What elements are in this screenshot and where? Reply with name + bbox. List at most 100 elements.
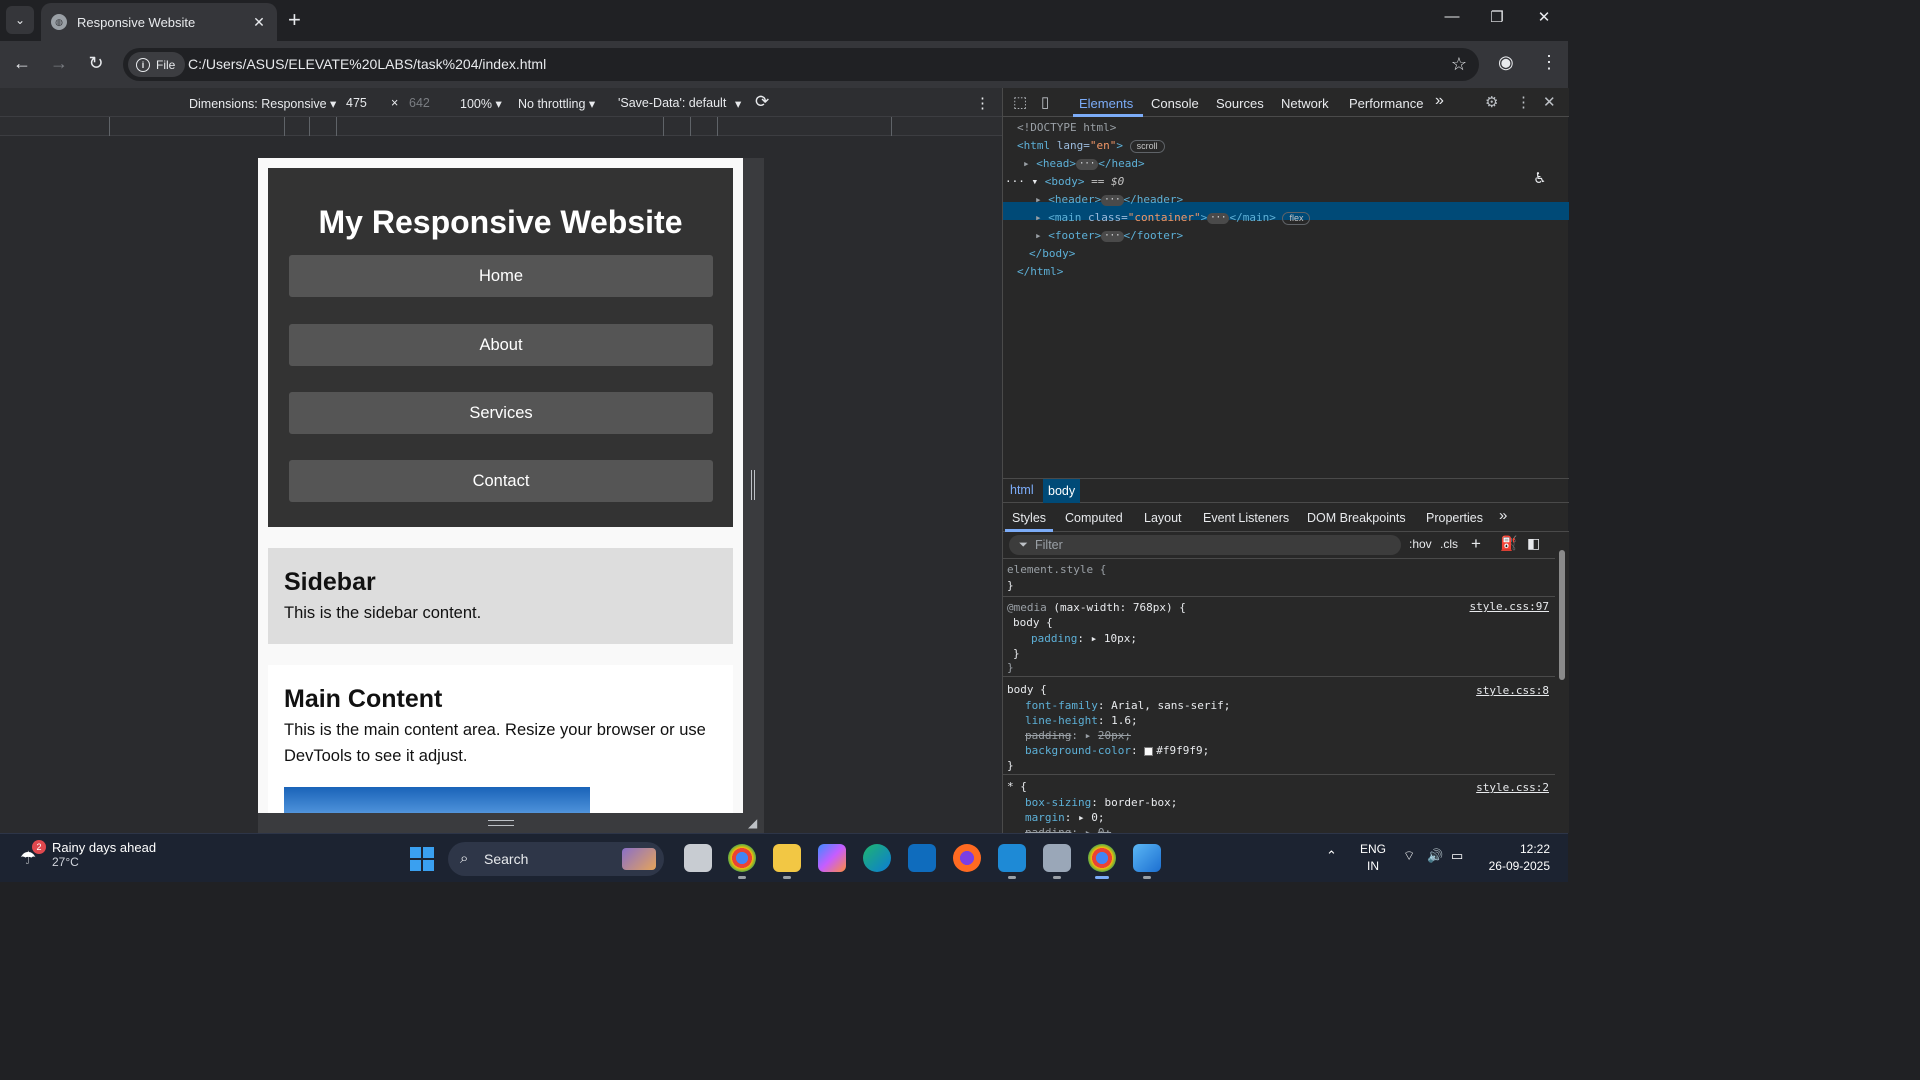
body-selector[interactable]: body { bbox=[1007, 682, 1047, 697]
inspect-element-icon[interactable]: ⬚ bbox=[1013, 93, 1027, 111]
save-data-select[interactable]: 'Save-Data': default bbox=[618, 96, 726, 110]
accessibility-tree-icon[interactable]: ♿ bbox=[1535, 168, 1545, 188]
language-indicator[interactable]: ENG IN bbox=[1358, 841, 1388, 875]
hov-toggle[interactable]: :hov bbox=[1409, 537, 1432, 551]
site-info-chip[interactable]: i File bbox=[128, 52, 186, 77]
copilot-icon[interactable] bbox=[818, 844, 846, 872]
settings-gear-icon[interactable]: ⚙ bbox=[1485, 93, 1498, 111]
font-family-declaration[interactable]: font-family: Arial, sans-serif; bbox=[1025, 698, 1230, 713]
universal-selector[interactable]: * { bbox=[1007, 779, 1027, 794]
media-body-selector[interactable]: body { bbox=[1013, 615, 1053, 630]
tab-layout[interactable]: Layout bbox=[1144, 511, 1182, 525]
more-tabs-icon[interactable]: » bbox=[1435, 92, 1444, 110]
tab-elements[interactable]: Elements bbox=[1079, 96, 1133, 111]
volume-icon[interactable]: 🔊 bbox=[1427, 848, 1443, 864]
tab-performance[interactable]: Performance bbox=[1349, 96, 1423, 111]
photos-icon[interactable] bbox=[1133, 844, 1161, 879]
media-query-ruler[interactable] bbox=[0, 117, 1002, 136]
battery-icon[interactable]: ▭ bbox=[1451, 848, 1463, 864]
dom-body-close[interactable]: </body> bbox=[1029, 245, 1075, 263]
file-explorer-icon[interactable] bbox=[773, 844, 801, 879]
resize-corner-icon[interactable]: ◢ bbox=[748, 816, 757, 830]
nav-link-about[interactable]: About bbox=[289, 324, 713, 366]
dom-html-close[interactable]: </html> bbox=[1017, 263, 1063, 281]
throttling-select[interactable]: No throttling ▾ bbox=[518, 96, 595, 111]
dom-doctype[interactable]: <!DOCTYPE html> bbox=[1017, 119, 1116, 137]
breadcrumb-html[interactable]: html bbox=[1005, 483, 1039, 497]
taskbar-search[interactable]: ⌕ Search bbox=[448, 842, 664, 876]
tab-sources[interactable]: Sources bbox=[1216, 96, 1264, 111]
new-rule-icon[interactable]: + bbox=[1471, 534, 1481, 554]
tab-computed[interactable]: Computed bbox=[1065, 511, 1123, 525]
resize-handle-vertical[interactable] bbox=[751, 470, 755, 500]
tab-dom-breakpoints[interactable]: DOM Breakpoints bbox=[1307, 511, 1406, 525]
device-toggle-icon[interactable]: ▯ bbox=[1041, 93, 1049, 111]
sidebar-toggle-icon[interactable]: ◧ bbox=[1527, 535, 1540, 552]
close-icon[interactable]: ✕ bbox=[251, 14, 267, 31]
tab-styles[interactable]: Styles bbox=[1012, 511, 1046, 525]
tab-event-listeners[interactable]: Event Listeners bbox=[1203, 511, 1289, 525]
margin-declaration[interactable]: margin: ▸ 0; bbox=[1025, 810, 1105, 825]
weather-widget[interactable]: ☂ 2 Rainy days ahead 27°C bbox=[20, 840, 156, 869]
back-icon[interactable]: ← bbox=[10, 53, 34, 74]
universal-source-link[interactable]: style.css:2 bbox=[1476, 781, 1549, 794]
scroll-badge[interactable]: scroll bbox=[1129, 139, 1165, 153]
zoom-select[interactable]: 100% ▾ bbox=[460, 96, 502, 111]
reload-icon[interactable]: ↻ bbox=[84, 53, 108, 74]
cls-toggle[interactable]: .cls bbox=[1440, 537, 1458, 551]
padding-declaration-overridden[interactable]: padding: ▸ 20px; bbox=[1025, 728, 1131, 743]
dom-html[interactable]: <html lang="en"> scroll bbox=[1017, 137, 1165, 155]
address-bar[interactable]: i File C:/Users/ASUS/ELEVATE%20LABS/task… bbox=[123, 48, 1479, 81]
rotate-icon[interactable]: ⟳ bbox=[755, 92, 769, 112]
devtools-more-icon[interactable]: ⋮ bbox=[1516, 93, 1531, 111]
flex-badge[interactable]: flex bbox=[1282, 211, 1311, 225]
dimensions-select[interactable]: Dimensions: Responsive ▾ bbox=[189, 96, 336, 111]
app-window-icon[interactable] bbox=[1043, 844, 1071, 879]
paint-brush-icon[interactable]: ⛽ bbox=[1500, 535, 1517, 552]
bookmark-star-icon[interactable]: ☆ bbox=[1451, 54, 1467, 75]
styles-scrollbar[interactable] bbox=[1555, 532, 1569, 833]
line-height-declaration[interactable]: line-height: 1.6; bbox=[1025, 713, 1138, 728]
edge-icon[interactable] bbox=[863, 844, 891, 872]
dom-header[interactable]: ▸ <header> ··· </header> bbox=[1035, 191, 1183, 209]
tab-search-icon[interactable]: ⌄ bbox=[6, 6, 34, 34]
chrome-active-icon[interactable] bbox=[1088, 844, 1116, 879]
tab-network[interactable]: Network bbox=[1281, 96, 1329, 111]
nav-link-contact[interactable]: Contact bbox=[289, 460, 713, 502]
windows-start-icon[interactable] bbox=[410, 847, 434, 871]
scrollbar-thumb[interactable] bbox=[1559, 550, 1565, 680]
nav-link-home[interactable]: Home bbox=[289, 255, 713, 297]
more-style-tabs-icon[interactable]: » bbox=[1499, 507, 1507, 524]
browser-tab[interactable]: ◍ Responsive Website ✕ bbox=[41, 3, 277, 41]
url-text[interactable]: C:/Users/ASUS/ELEVATE%20LABS/task%204/in… bbox=[188, 56, 546, 72]
element-style-rule[interactable]: element.style { bbox=[1007, 562, 1106, 577]
padding-zero-declaration[interactable]: padding: ▸ 0; bbox=[1025, 825, 1111, 833]
save-data-caret-icon[interactable]: ▾ bbox=[735, 96, 741, 111]
minimize-icon[interactable]: — bbox=[1429, 8, 1475, 25]
restore-icon[interactable]: ❐ bbox=[1474, 8, 1520, 26]
dom-head[interactable]: ▸ <head> ··· </head> bbox=[1023, 155, 1145, 173]
media-source-link[interactable]: style.css:97 bbox=[1470, 600, 1549, 613]
nav-link-services[interactable]: Services bbox=[289, 392, 713, 434]
device-more-icon[interactable]: ⋮ bbox=[975, 94, 990, 112]
vscode-icon[interactable] bbox=[998, 844, 1026, 879]
tab-console[interactable]: Console bbox=[1151, 96, 1199, 111]
body-source-link[interactable]: style.css:8 bbox=[1476, 684, 1549, 697]
task-view-icon[interactable] bbox=[684, 844, 712, 872]
height-input[interactable]: 642 bbox=[409, 96, 430, 110]
styles-filter-input[interactable]: ⏷ Filter bbox=[1009, 535, 1401, 555]
new-tab-button[interactable]: + bbox=[288, 8, 301, 32]
devtools-close-icon[interactable]: ✕ bbox=[1543, 93, 1556, 111]
width-input[interactable]: 475 bbox=[346, 96, 367, 110]
media-padding-declaration[interactable]: padding: ▸ 10px; bbox=[1031, 631, 1137, 646]
profile-icon[interactable]: ◉ bbox=[1498, 52, 1514, 73]
breadcrumb-body[interactable]: body bbox=[1043, 479, 1081, 503]
outlook-icon[interactable] bbox=[908, 844, 936, 872]
dom-main[interactable]: ▸ <main class="container"> ··· </main> fle… bbox=[1035, 209, 1311, 227]
box-sizing-declaration[interactable]: box-sizing: border-box; bbox=[1025, 795, 1177, 810]
dom-footer[interactable]: ▸ <footer> ··· </footer> bbox=[1035, 227, 1183, 245]
dom-body[interactable]: ··· ▾ <body> == $0 bbox=[1005, 173, 1124, 191]
window-close-icon[interactable]: ✕ bbox=[1521, 8, 1567, 26]
tray-chevron-icon[interactable]: ⌃ bbox=[1326, 848, 1337, 864]
background-color-declaration[interactable]: background-color: #f9f9f9; bbox=[1025, 743, 1209, 758]
